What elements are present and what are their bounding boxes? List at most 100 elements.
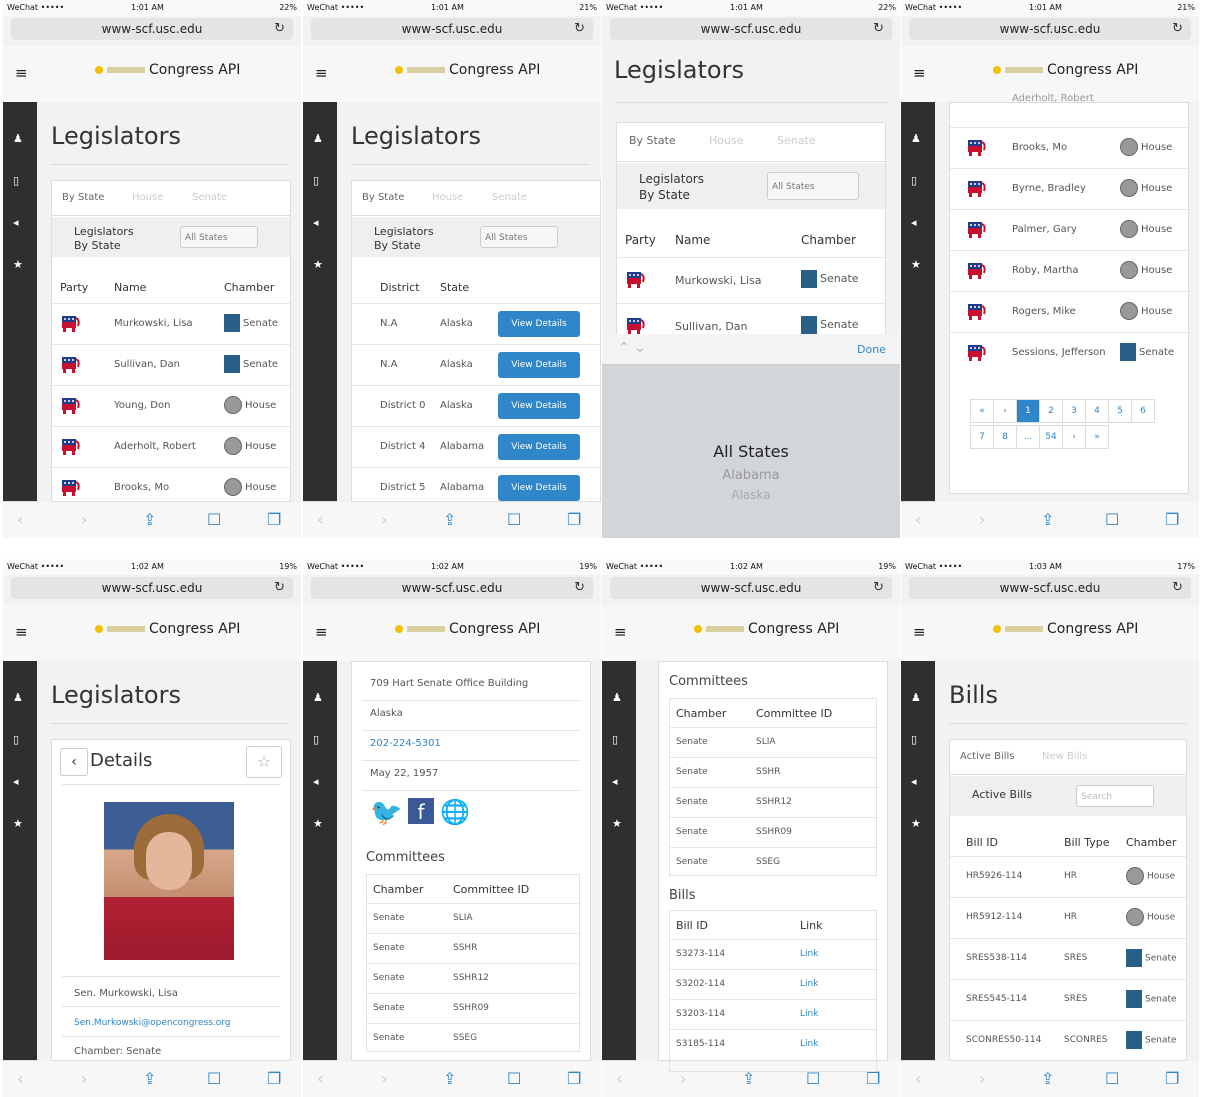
tab-senate[interactable]: Senate: [492, 192, 527, 203]
brand[interactable]: Congress API: [993, 621, 1138, 637]
page-link[interactable]: 6: [1131, 399, 1155, 423]
table-row[interactable]: Sullivan, Dan Senate: [52, 344, 290, 386]
forward-icon[interactable]: ›: [81, 510, 87, 529]
document-icon[interactable]: ▯: [911, 733, 917, 746]
page-link[interactable]: 5: [1108, 399, 1132, 423]
url-bar[interactable]: www-scf.usc.edu ↻: [909, 577, 1191, 599]
page-link[interactable]: 3: [1062, 399, 1086, 423]
table-row[interactable]: Young, Don House: [52, 385, 290, 427]
table-row[interactable]: N.A Alaska View Details: [352, 303, 600, 345]
table-row[interactable]: SCONRES50-114 SCONRES Senate: [950, 1020, 1186, 1062]
back-icon[interactable]: ‹: [915, 510, 921, 529]
search-input[interactable]: Search: [1076, 785, 1154, 807]
person-icon[interactable]: ♟: [313, 132, 323, 145]
table-row[interactable]: HR5926-114 HR House: [950, 856, 1186, 898]
bookmarks-icon[interactable]: ☐: [1105, 1069, 1119, 1088]
facebook-icon[interactable]: f: [408, 798, 434, 824]
phone-link[interactable]: 202-224-5301: [370, 738, 441, 749]
share-icon[interactable]: ⇪: [143, 1069, 156, 1088]
page-link[interactable]: 2: [1039, 399, 1063, 423]
share-icon[interactable]: ⇪: [1041, 510, 1054, 529]
tabs-icon[interactable]: ❐: [567, 510, 581, 529]
globe-icon[interactable]: 🌐: [440, 798, 470, 828]
share-icon[interactable]: ⇪: [1041, 1069, 1054, 1088]
url-bar[interactable]: www-scf.usc.edu ↻: [610, 18, 892, 40]
tab-senate[interactable]: Senate: [777, 134, 816, 147]
brand[interactable]: Congress API: [95, 62, 240, 78]
url-bar[interactable]: www-scf.usc.edu ↻: [11, 18, 293, 40]
view-details-button[interactable]: View Details: [498, 434, 580, 460]
back-icon[interactable]: ‹: [17, 510, 23, 529]
brand[interactable]: Congress API: [95, 621, 240, 637]
hamburger-icon[interactable]: ≡: [913, 64, 926, 82]
document-icon[interactable]: ▯: [612, 733, 618, 746]
forward-icon[interactable]: ›: [979, 1069, 985, 1088]
table-row[interactable]: Brooks, Mo House: [950, 127, 1188, 169]
state-select[interactable]: All States: [767, 172, 859, 200]
star-icon[interactable]: ★: [13, 258, 23, 271]
star-icon[interactable]: ★: [13, 817, 23, 830]
hamburger-icon[interactable]: ≡: [15, 64, 28, 82]
bill-link[interactable]: Link: [800, 949, 818, 959]
person-icon[interactable]: ♟: [911, 691, 921, 704]
table-row[interactable]: SRES545-114 SRES Senate: [950, 979, 1186, 1021]
table-row[interactable]: Aderholt, Robert House: [52, 426, 290, 468]
table-row[interactable]: Brooks, Mo House: [52, 467, 290, 509]
brand[interactable]: Congress API: [993, 62, 1138, 78]
table-row[interactable]: District 4 Alabama View Details: [352, 426, 600, 468]
page-link[interactable]: «: [970, 399, 994, 423]
url-bar[interactable]: www-scf.usc.edu ↻: [909, 18, 1191, 40]
back-icon[interactable]: ‹: [616, 1069, 622, 1088]
page-link[interactable]: 54: [1039, 425, 1063, 449]
picker-option[interactable]: Alabama: [602, 468, 900, 483]
star-icon[interactable]: ★: [313, 817, 323, 830]
hamburger-icon[interactable]: ≡: [315, 623, 328, 641]
megaphone-icon[interactable]: ◂: [911, 216, 917, 229]
tabs-icon[interactable]: ❐: [267, 510, 281, 529]
table-row[interactable]: Roby, Martha House: [950, 250, 1188, 292]
tab-house[interactable]: House: [132, 192, 163, 203]
back-icon[interactable]: ‹: [915, 1069, 921, 1088]
reload-icon[interactable]: ↻: [873, 18, 884, 40]
state-select[interactable]: All States: [480, 226, 558, 248]
document-icon[interactable]: ▯: [911, 174, 917, 187]
bookmarks-icon[interactable]: ☐: [1105, 510, 1119, 529]
page-link[interactable]: 4: [1085, 399, 1109, 423]
picker-option-selected[interactable]: All States: [602, 442, 900, 461]
megaphone-icon[interactable]: ◂: [911, 775, 917, 788]
megaphone-icon[interactable]: ◂: [612, 775, 618, 788]
person-icon[interactable]: ♟: [911, 132, 921, 145]
tab-senate[interactable]: Senate: [192, 192, 227, 203]
reload-icon[interactable]: ↻: [1172, 18, 1183, 40]
state-select[interactable]: All States: [180, 226, 258, 248]
reload-icon[interactable]: ↻: [1172, 577, 1183, 599]
bookmarks-icon[interactable]: ☐: [507, 1069, 521, 1088]
page-link[interactable]: 7: [970, 425, 994, 449]
table-row[interactable]: Murkowski, Lisa Senate: [52, 303, 290, 345]
table-row[interactable]: Palmer, Gary House: [950, 209, 1188, 251]
state-picker[interactable]: ⌃ ⌄ Done All States Alabama Alaska: [602, 334, 900, 538]
picker-arrows-icon[interactable]: ⌃ ⌄: [618, 340, 646, 356]
reload-icon[interactable]: ↻: [873, 577, 884, 599]
page-link[interactable]: ...: [1016, 425, 1040, 449]
share-icon[interactable]: ⇪: [143, 510, 156, 529]
bill-link[interactable]: Link: [800, 1039, 818, 1049]
star-icon[interactable]: ★: [313, 258, 323, 271]
table-row[interactable]: N.A Alaska View Details: [352, 344, 600, 386]
hamburger-icon[interactable]: ≡: [614, 623, 627, 641]
done-button[interactable]: Done: [857, 343, 886, 356]
hamburger-icon[interactable]: ≡: [315, 64, 328, 82]
bookmarks-icon[interactable]: ☐: [507, 510, 521, 529]
tabs-icon[interactable]: ❐: [1165, 1069, 1179, 1088]
tabs-icon[interactable]: ❐: [267, 1069, 281, 1088]
bill-link[interactable]: Link: [800, 979, 818, 989]
bookmarks-icon[interactable]: ☐: [207, 510, 221, 529]
table-row[interactable]: Byrne, Bradley House: [950, 168, 1188, 210]
tab-new-bills[interactable]: New Bills: [1042, 751, 1087, 762]
page-link[interactable]: »: [1085, 425, 1109, 449]
document-icon[interactable]: ▯: [13, 733, 19, 746]
bookmarks-icon[interactable]: ☐: [207, 1069, 221, 1088]
tab-active-bills[interactable]: Active Bills: [960, 751, 1015, 762]
page-link[interactable]: 8: [993, 425, 1017, 449]
table-row[interactable]: District 5 Alabama View Details: [352, 467, 600, 509]
